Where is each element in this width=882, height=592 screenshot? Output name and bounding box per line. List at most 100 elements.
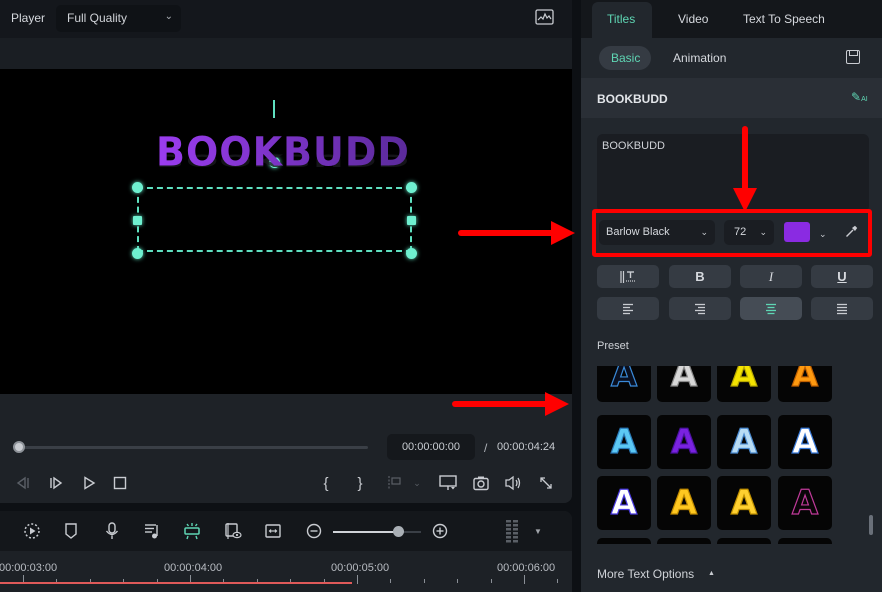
zoom-out-icon[interactable] [305,522,323,540]
preset-label: Preset [597,340,629,352]
preset-tile-partial[interactable] [597,538,651,544]
preset-tile-white-violet[interactable]: A [597,476,651,530]
preset-tile-partial[interactable] [717,538,771,544]
timeline-tool-cut-icon[interactable] [0,522,4,540]
ruler-label: 00:00:04:00 [164,562,223,574]
shield-marker-icon[interactable] [62,522,80,540]
microphone-icon[interactable] [103,522,121,540]
annotation-arrow-down [742,126,748,192]
mark-in-button[interactable]: { [317,474,335,492]
scrub-knob[interactable] [13,441,25,453]
ai-tool-icon[interactable] [183,522,201,540]
chevron-down-icon: ⌄ [164,11,173,22]
ruler-minor-tick [390,579,391,583]
bold-button[interactable]: B [669,265,731,288]
title-bounding-box[interactable] [137,187,412,252]
preset-tile-white-glow[interactable]: A [778,415,832,469]
ruler-minor-tick [491,579,492,583]
snapshot-icon[interactable] [472,474,490,492]
player-panel: Player Full Quality ⌄ BOOKBUDD BOOKBUDD … [0,0,572,503]
ruler-label: 00:00:06:00 [497,562,556,574]
stop-button[interactable] [111,474,129,492]
zoom-slider-track[interactable] [333,531,399,533]
panel-divider[interactable] [572,0,581,592]
quality-dropdown[interactable]: Full Quality ⌄ [56,5,181,32]
mark-out-button[interactable]: } [351,474,369,492]
resize-handle-bottom-right[interactable] [406,248,417,259]
ai-text-icon[interactable]: ✎AI [851,90,868,104]
timecode-current[interactable]: 00:00:00:00 [387,434,475,460]
canvas-title-text[interactable]: BOOKBUDD [156,129,410,175]
rotate-handle-line [273,100,275,118]
preset-tile-orange[interactable]: A [778,366,832,402]
annotation-arrow-head [551,221,575,245]
resize-handle-bottom-left[interactable] [132,248,143,259]
fit-timeline-icon[interactable] [264,522,282,540]
fullscreen-icon[interactable] [537,474,555,492]
display-icon[interactable] [439,474,457,492]
marker-dropdown-chevron-icon[interactable]: ⌄ [408,474,426,492]
marker-icon[interactable] [386,474,404,492]
scope-icon[interactable] [535,9,554,25]
preset-tile-purple[interactable]: A [657,415,711,469]
ruler-major-tick [357,575,358,584]
playback-controls: 00:00:00:00 / 00:00:04:24 { } ⌄ [0,394,572,503]
save-preset-icon[interactable] [846,50,860,64]
scrub-bar[interactable] [18,446,368,449]
preset-tile-blue-outline[interactable]: A [597,366,651,402]
resize-handle-top-left[interactable] [132,182,143,193]
subtab-basic[interactable]: Basic [611,51,640,65]
annotation-arrow-head [733,188,757,212]
preset-tile-partial[interactable] [778,538,832,544]
tab-titles[interactable]: Titles [607,12,635,26]
section-title: BOOKBUDD [597,92,668,106]
preset-tile-yellow[interactable]: A [717,366,771,402]
ruler-label: 00:00:05:00 [331,562,390,574]
annotation-highlight-box [592,209,872,257]
annotation-arrow-right-top [458,230,554,236]
tab-video[interactable]: Video [678,12,708,26]
auto-reframe-icon[interactable] [23,522,41,540]
preset-tile-partial[interactable] [657,538,711,544]
more-text-options-toggle[interactable]: More Text Options [597,567,694,581]
resize-handle-left[interactable] [133,216,142,225]
preset-tile-cyan[interactable]: A [597,415,651,469]
align-right-button[interactable] [669,297,731,320]
timecode-total: 00:00:04:24 [497,441,556,453]
zoom-in-icon[interactable] [431,522,449,540]
underline-button[interactable]: U [811,265,873,288]
grid-layout-icon[interactable] [503,519,521,543]
play-button[interactable] [80,474,98,492]
preview-render-icon[interactable] [224,522,242,540]
ruler-label: 00:00:03:00 [0,562,58,574]
timeline-toolbar: ▼ [0,511,572,551]
resize-handle-right[interactable] [407,216,416,225]
preset-tile-pink-outline[interactable]: A [778,476,832,530]
preset-tile-gold[interactable]: A [657,476,711,530]
audio-list-icon[interactable] [143,522,161,540]
ruler-minor-tick [557,579,558,583]
caret-up-icon[interactable]: ▲ [708,570,715,577]
quality-value: Full Quality [67,11,128,25]
preset-tile-silver[interactable]: A [657,366,711,402]
preset-tile-gold-light[interactable]: A [717,476,771,530]
preset-tile-ice[interactable]: A [717,415,771,469]
italic-button[interactable]: I [740,265,802,288]
zoom-slider-knob[interactable] [393,526,404,537]
previous-frame-icon[interactable] [14,474,32,492]
layout-dropdown-icon[interactable]: ▼ [529,522,547,540]
next-frame-icon[interactable] [47,474,65,492]
volume-icon[interactable] [504,474,522,492]
preset-scrollbar[interactable] [869,515,873,535]
player-label: Player [11,11,46,25]
annotation-arrow-head [545,392,569,416]
align-left-button[interactable] [597,297,659,320]
align-center-button[interactable] [740,297,802,320]
ruler-minor-tick [424,579,425,583]
align-justify-button[interactable] [811,297,873,320]
resize-handle-top-right[interactable] [406,182,417,193]
subtab-animation[interactable]: Animation [673,51,726,65]
text-spacing-button[interactable] [597,265,659,288]
tab-text-to-speech[interactable]: Text To Speech [743,12,825,26]
timecode-separator: / [484,441,488,455]
